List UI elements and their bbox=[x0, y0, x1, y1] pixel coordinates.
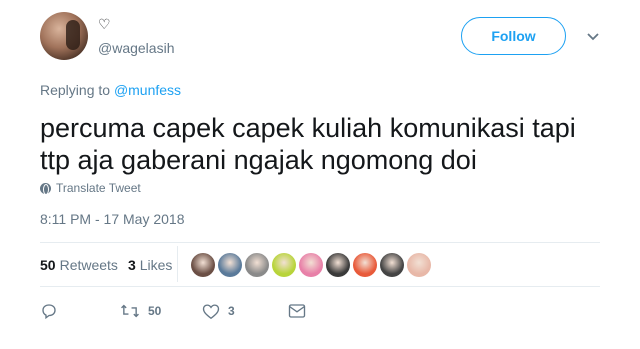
retweets-label: Retweets bbox=[59, 257, 118, 273]
more-options-button[interactable] bbox=[584, 28, 602, 46]
chevron-down-icon bbox=[587, 33, 599, 41]
retweet-count: 50 bbox=[148, 304, 162, 318]
globe-icon bbox=[40, 182, 51, 195]
heart-icon bbox=[202, 303, 220, 319]
translate-tweet-link[interactable]: Translate Tweet bbox=[40, 181, 141, 195]
liker-avatar[interactable] bbox=[218, 253, 242, 277]
likes-label: Likes bbox=[139, 257, 173, 273]
like-count: 3 bbox=[228, 304, 235, 318]
liker-avatar[interactable] bbox=[407, 253, 431, 277]
user-handle[interactable]: @wagelasih bbox=[98, 40, 174, 56]
likes-stat[interactable]: 3 Likes bbox=[128, 257, 172, 273]
reply-target-link[interactable]: @munfess bbox=[114, 82, 181, 98]
liker-avatar[interactable] bbox=[272, 253, 296, 277]
tweet-text-line-1: percuma capek capek kuliah komunikasi ta… bbox=[40, 113, 576, 143]
replying-to: Replying to @munfess bbox=[40, 82, 181, 98]
like-button[interactable]: 3 bbox=[202, 303, 288, 320]
likes-count: 3 bbox=[127, 257, 136, 273]
tweet-text-line-2: ttp aja gaberani ngajak ngomong doi bbox=[40, 145, 477, 175]
liker-avatar[interactable] bbox=[380, 253, 404, 277]
tweet-stats: 50 Retweets 3 Likes bbox=[40, 257, 182, 273]
direct-message-button[interactable] bbox=[288, 303, 306, 319]
liker-avatar[interactable] bbox=[191, 253, 215, 277]
divider bbox=[40, 286, 600, 287]
retweet-button[interactable]: 50 bbox=[120, 302, 202, 320]
retweets-count: 50 bbox=[40, 257, 56, 273]
likers-avatars bbox=[191, 253, 431, 277]
retweets-stat[interactable]: 50 Retweets bbox=[40, 257, 118, 273]
avatar[interactable] bbox=[40, 12, 88, 60]
timestamp[interactable]: 8:11 PM - 17 May 2018 bbox=[40, 211, 184, 227]
stats-separator bbox=[177, 246, 178, 282]
follow-button[interactable]: Follow bbox=[461, 17, 566, 55]
tweet-actions: 50 3 bbox=[40, 302, 306, 320]
retweet-icon bbox=[121, 304, 139, 318]
envelope-icon bbox=[288, 304, 306, 318]
translate-label: Translate Tweet bbox=[56, 181, 141, 195]
reply-icon bbox=[42, 304, 56, 320]
replying-to-prefix: Replying to bbox=[40, 82, 114, 98]
display-name[interactable]: ♡ bbox=[98, 16, 111, 32]
divider bbox=[40, 242, 600, 243]
liker-avatar[interactable] bbox=[299, 253, 323, 277]
liker-avatar[interactable] bbox=[353, 253, 377, 277]
tweet-text: percuma capek capek kuliah komunikasi ta… bbox=[40, 112, 610, 176]
liker-avatar[interactable] bbox=[245, 253, 269, 277]
liker-avatar[interactable] bbox=[326, 253, 350, 277]
reply-button[interactable] bbox=[40, 302, 120, 320]
